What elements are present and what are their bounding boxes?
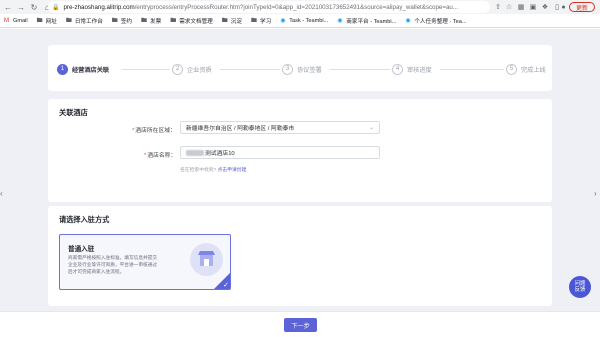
bookmark-teambition[interactable]: ◉ 商家平台 - Teambi... bbox=[337, 17, 396, 25]
step-number: 3 bbox=[282, 63, 293, 75]
bookmark-teambition[interactable]: ◉ 个人任务整理 · Tea... bbox=[405, 17, 466, 25]
teambition-icon: ◉ bbox=[405, 17, 411, 24]
option-title: 普通入驻 bbox=[68, 246, 95, 253]
step-label: 完成上线 bbox=[521, 66, 546, 74]
folder-icon: 🖿 bbox=[36, 17, 43, 24]
feedback-button[interactable]: 问题 反馈 bbox=[569, 276, 591, 298]
bookmark-folder[interactable]: 🖿 需求文档管理 bbox=[170, 17, 213, 25]
store-illustration-icon bbox=[190, 243, 223, 276]
bookmark-star-icon[interactable]: ☆ bbox=[504, 2, 514, 12]
entry-option-normal[interactable]: 普通入驻 商家需严格按照入驻标准，填写信息并提交 企业及行业等许可资质，平台进一… bbox=[59, 234, 231, 290]
folder-icon: 🖿 bbox=[111, 17, 118, 24]
page-content: 1 经营酒店关联 2 企业资质 3 协议签署 4 审核进度 5 完成上线 关联酒… bbox=[0, 29, 600, 337]
entry-mode-section: 请选择入驻方式 普通入驻 商家需严格按照入驻标准，填写信息并提交 企业及行业等许… bbox=[48, 206, 552, 306]
step-1: 1 经营酒店关联 bbox=[57, 63, 109, 75]
bookmark-folder[interactable]: 🖿 学习 bbox=[251, 17, 271, 25]
next-button[interactable]: 下一步 bbox=[284, 318, 317, 332]
create-hint: 名在检索中找到? 点击申请创建 bbox=[180, 168, 247, 173]
step-connector bbox=[122, 69, 170, 70]
hotel-name-label: *酒店名称： bbox=[144, 153, 177, 159]
step-number: 1 bbox=[57, 63, 68, 75]
bookmark-folder[interactable]: 🖿 签约 bbox=[112, 17, 132, 25]
step-5: 5 完成上线 bbox=[506, 63, 546, 75]
step-connector bbox=[440, 69, 504, 70]
folder-icon: 🖿 bbox=[170, 17, 177, 24]
extension-icon-2[interactable]: ▣ bbox=[528, 2, 538, 12]
puzzle-icon[interactable]: ❖ bbox=[540, 2, 550, 12]
update-button[interactable]: 更新 bbox=[569, 2, 595, 12]
region-select[interactable]: 新疆维吾尔自治区 / 阿勒泰地区 / 阿勒泰市 ⌄ bbox=[180, 121, 380, 134]
step-label: 企业资质 bbox=[187, 66, 212, 74]
bookmark-folder[interactable]: 🖿 日常工作台 bbox=[66, 17, 103, 25]
step-label: 协议签署 bbox=[297, 66, 322, 74]
bookmarks-bar: M Gmail 🖿 网址 🖿 日常工作台 🖿 签约 🖿 发票 🖿 需求文档管理 🖿 沉淀 🖿 学… bbox=[0, 14, 600, 28]
step-label: 审核进度 bbox=[407, 66, 432, 74]
address-bar[interactable]: 🔒 pre-zhaoshang.alitrip.com/entryprocess… bbox=[48, 1, 490, 13]
bookmark-folder[interactable]: 🖿 发票 bbox=[141, 17, 161, 25]
step-connector bbox=[220, 69, 280, 70]
profile-avatar-icon[interactable]: ● bbox=[559, 2, 568, 12]
reload-icon[interactable]: ↻ bbox=[29, 2, 39, 12]
step-number: 4 bbox=[392, 63, 403, 75]
apply-create-link[interactable]: 点击申请创建 bbox=[218, 168, 247, 173]
hotel-name-input[interactable]: 测试酒店10 bbox=[180, 146, 380, 159]
step-number: 5 bbox=[506, 63, 517, 75]
section-title: 请选择入驻方式 bbox=[59, 215, 110, 224]
share-icon[interactable]: ⇧ bbox=[493, 2, 503, 12]
step-label: 经营酒店关联 bbox=[72, 66, 110, 74]
teambition-icon: ◉ bbox=[280, 17, 286, 24]
step-3: 3 协议签署 bbox=[282, 63, 322, 75]
footer-bar: 下一步 bbox=[0, 311, 600, 337]
region-label: *酒店所在区域： bbox=[132, 128, 176, 134]
check-icon: ✓ bbox=[223, 282, 229, 289]
gmail-icon: M bbox=[4, 17, 9, 24]
right-edge-icon: › bbox=[594, 189, 597, 198]
forward-icon[interactable]: → bbox=[16, 2, 26, 12]
step-number: 2 bbox=[172, 63, 183, 75]
bookmark-teambition[interactable]: ◉ Task - Teambi... bbox=[280, 18, 328, 24]
step-connector bbox=[330, 69, 390, 70]
folder-icon: 🖿 bbox=[141, 17, 148, 24]
redacted-text bbox=[186, 149, 204, 156]
bookmark-folder[interactable]: 🖿 网址 bbox=[37, 17, 57, 25]
lock-icon: 🔒 bbox=[52, 4, 60, 11]
url-text: pre-zhaoshang.alitrip.com/entryprocess/e… bbox=[63, 3, 459, 11]
back-icon[interactable]: ← bbox=[3, 2, 13, 12]
section-title: 关联酒店 bbox=[59, 108, 88, 117]
option-description: 商家需严格按照入驻标准，填写信息并提交 企业及行业等许可资质，平台进一审核通过 … bbox=[68, 255, 158, 274]
folder-icon: 🖿 bbox=[65, 17, 72, 24]
folder-icon: 🖿 bbox=[221, 17, 228, 24]
extension-icon[interactable]: ▦ bbox=[516, 2, 526, 12]
progress-steps: 1 经营酒店关联 2 企业资质 3 协议签署 4 审核进度 5 完成上线 bbox=[48, 45, 552, 91]
bookmark-gmail[interactable]: M Gmail bbox=[4, 18, 28, 24]
browser-toolbar: ← → ↻ ⌂ 🔒 pre-zhaoshang.alitrip.com/entr… bbox=[0, 0, 600, 14]
teambition-icon: ◉ bbox=[337, 17, 343, 24]
bookmark-folder[interactable]: 🖿 沉淀 bbox=[222, 17, 242, 25]
chevron-down-icon: ⌄ bbox=[368, 125, 374, 131]
step-2: 2 企业资质 bbox=[172, 63, 212, 75]
step-4: 4 审核进度 bbox=[392, 63, 432, 75]
left-edge-icon: ‹ bbox=[0, 189, 3, 198]
folder-icon: 🖿 bbox=[250, 17, 257, 24]
hotel-link-section: 关联酒店 *酒店所在区域： 新疆维吾尔自治区 / 阿勒泰地区 / 阿勒泰市 ⌄ … bbox=[48, 99, 552, 202]
